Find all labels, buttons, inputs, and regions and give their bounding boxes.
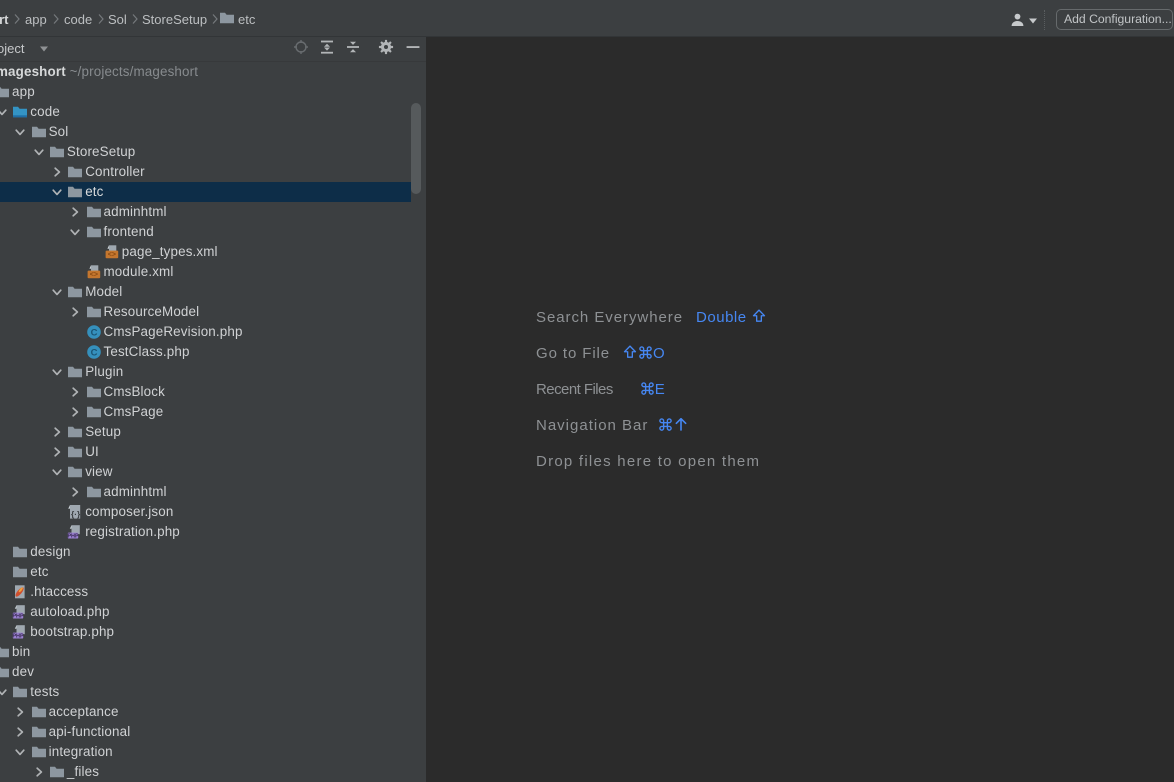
svg-text:PHP: PHP [13,613,25,619]
svg-text:<>: <> [89,271,97,278]
svg-text:PHP: PHP [68,533,80,539]
svg-text:C: C [90,347,97,358]
svg-text:C: C [90,327,97,338]
svg-text:<>: <> [108,251,116,258]
svg-text:{·}: {·} [71,509,81,519]
svg-text:PHP: PHP [13,633,25,639]
